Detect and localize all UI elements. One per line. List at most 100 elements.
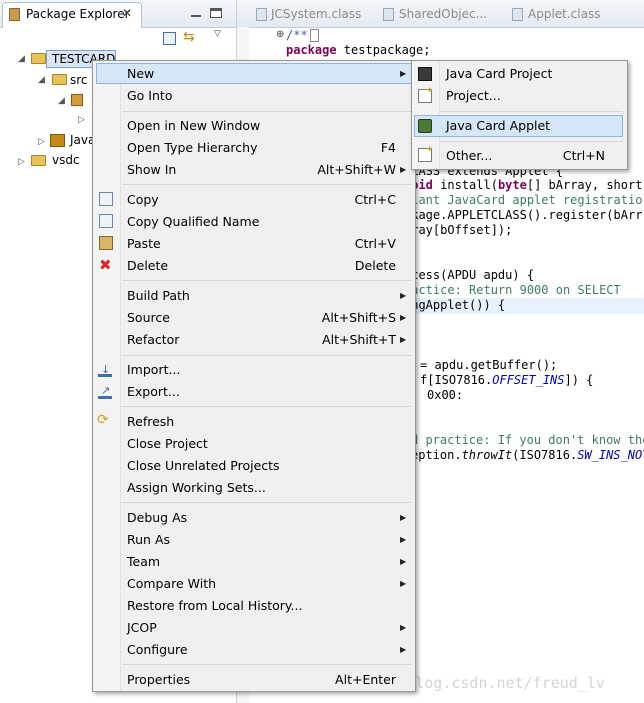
menu-item-label: Go Into [127, 88, 173, 103]
menu-item-debug-as[interactable]: Debug As ▶ [120, 508, 412, 528]
menu-item-new[interactable]: New ▶ [120, 64, 412, 84]
menu-item-delete[interactable]: Delete Delete [120, 256, 412, 276]
menu-item-label: Assign Working Sets... [127, 480, 266, 495]
menu-item-paste[interactable]: Paste Ctrl+V [120, 234, 412, 254]
menu-item-label: Open Type Hierarchy [127, 140, 258, 155]
menu-item-close-project[interactable]: Close Project [120, 434, 412, 454]
menu-item-compare-with[interactable]: Compare With ▶ [120, 574, 412, 594]
collapse-icon[interactable]: ▷ [78, 115, 85, 125]
tree-item-src[interactable]: src [70, 73, 88, 87]
menu-item-source[interactable]: Source Alt+Shift+S ▶ [120, 308, 412, 328]
menu-item-restore-from-local-history[interactable]: Restore from Local History... [120, 596, 412, 616]
menu-item-label: Source [127, 310, 170, 325]
menu-item-label: Other... [446, 148, 493, 163]
menu-item-shortcut: Alt+Shift+T [322, 332, 396, 347]
copy-icon [99, 192, 113, 206]
menu-item-build-path[interactable]: Build Path ▶ [120, 286, 412, 306]
new-other-icon: ✦ [418, 145, 434, 162]
collapse-icon[interactable]: ▷ [18, 157, 25, 167]
menu-item-label: JCOP [127, 620, 157, 635]
menu-item-export[interactable]: Export... [120, 382, 412, 402]
expand-icon[interactable]: ◢ [58, 96, 65, 106]
menu-item-jcop[interactable]: JCOP ▶ [120, 618, 412, 638]
menu-item-go-into[interactable]: Go Into [120, 86, 412, 106]
menu-separator [440, 111, 623, 112]
expand-icon[interactable]: ◢ [38, 75, 45, 85]
menu-item-label: Close Project [127, 436, 208, 451]
menu-item-close-unrelated-projects[interactable]: Close Unrelated Projects [120, 456, 412, 476]
menu-item-properties[interactable]: Properties Alt+Enter [120, 670, 412, 690]
tab-sharedobject[interactable]: SharedObjec... [399, 7, 487, 21]
project-folder-icon [31, 155, 46, 166]
menu-item-label: Import... [127, 362, 181, 377]
submenu-item-other[interactable]: Other... Ctrl+N [439, 146, 623, 166]
code-line: rray[bOffset]); [404, 223, 513, 237]
menu-item-open-in-new-window[interactable]: Open in New Window [120, 116, 412, 136]
menu-separator [440, 141, 623, 142]
code-line: package testpackage; [286, 43, 431, 57]
menu-item-label: Build Path [127, 288, 190, 303]
minimize-icon[interactable] [190, 7, 202, 19]
submenu-arrow-icon: ▶ [400, 313, 407, 322]
code-line: liant JavaCard applet registratio [404, 193, 643, 207]
link-with-editor-icon[interactable]: ⇆ [183, 29, 195, 45]
submenu-arrow-icon: ▶ [400, 557, 407, 566]
delete-icon: ✖ [99, 256, 112, 274]
collapse-icon[interactable]: ▷ [38, 137, 45, 147]
menu-item-show-in[interactable]: Show In Alt+Shift+W ▶ [120, 160, 412, 180]
submenu-item-java-card-project[interactable]: Java Card Project [439, 64, 623, 84]
collapse-all-icon[interactable] [163, 32, 176, 45]
expand-icon[interactable]: ◢ [18, 54, 25, 64]
menu-item-shortcut: Alt+Enter [335, 672, 396, 687]
menu-separator [122, 111, 412, 112]
code-line: 0x00: [427, 388, 464, 402]
menu-item-assign-working-sets[interactable]: Assign Working Sets... [120, 478, 412, 498]
menu-item-run-as[interactable]: Run As ▶ [120, 530, 412, 550]
submenu-arrow-icon: ▶ [400, 165, 407, 174]
tab-jcsystem[interactable]: JCSystem.class [271, 7, 361, 21]
code-line: f[ISO7816.OFFSET_INS]) { [420, 373, 594, 387]
menu-item-label: Compare With [127, 576, 217, 591]
menu-item-shortcut: Ctrl+C [354, 192, 396, 207]
submenu-arrow-icon: ▶ [400, 69, 407, 78]
menu-item-refactor[interactable]: Refactor Alt+Shift+T ▶ [120, 330, 412, 350]
menu-item-import[interactable]: Import... [120, 360, 412, 380]
close-icon[interactable]: ✕ [122, 6, 132, 20]
menu-item-label: Copy [127, 192, 159, 207]
java-card-applet-icon [418, 119, 432, 133]
menu-item-copy[interactable]: Copy Ctrl+C [120, 190, 412, 210]
submenu-item-java-card-applet[interactable]: Java Card Applet [439, 116, 623, 136]
menu-item-shortcut: Alt+Shift+W [317, 162, 396, 177]
code-line: void install(byte[] bArray, short [404, 178, 643, 192]
tree-item-vsdc[interactable]: vsdc [52, 153, 80, 167]
menu-item-team[interactable]: Team ▶ [120, 552, 412, 572]
new-project-icon: ✦ [418, 86, 434, 103]
menu-item-copy-qualified-name[interactable]: Copy Qualified Name [120, 212, 412, 232]
source-folder-icon [52, 74, 67, 85]
menu-item-label: Delete [127, 258, 169, 273]
view-menu-icon[interactable]: ▽ [214, 29, 221, 39]
code-line: ingApplet()) { [404, 298, 506, 312]
menu-item-label: Paste [127, 236, 161, 251]
package-icon [71, 94, 83, 106]
class-file-icon [512, 8, 523, 21]
menu-item-label: Refresh [127, 414, 175, 429]
package-explorer-icon [9, 8, 20, 21]
code-line: = apdu.getBuffer(); [420, 358, 558, 372]
menu-item-label: Open in New Window [127, 118, 261, 133]
menu-item-configure[interactable]: Configure ▶ [120, 640, 412, 660]
submenu-arrow-icon: ▶ [400, 513, 407, 522]
submenu-item-project[interactable]: Project... [439, 86, 623, 106]
submenu-arrow-icon: ▶ [400, 645, 407, 654]
menu-item-label: Export... [127, 384, 180, 399]
menu-item-open-type-hierarchy[interactable]: Open Type Hierarchy F4 [120, 138, 412, 158]
copy-qualified-name-icon [99, 214, 113, 228]
maximize-icon[interactable] [210, 8, 222, 18]
menu-item-refresh[interactable]: Refresh [120, 412, 412, 432]
fold-icon[interactable]: ⊕ [276, 29, 284, 40]
menu-separator [122, 406, 412, 407]
project-folder-icon [31, 53, 46, 64]
menu-item-label: Close Unrelated Projects [127, 458, 280, 473]
tab-applet[interactable]: Applet.class [528, 7, 600, 21]
menu-item-shortcut: Ctrl+N [562, 148, 605, 163]
